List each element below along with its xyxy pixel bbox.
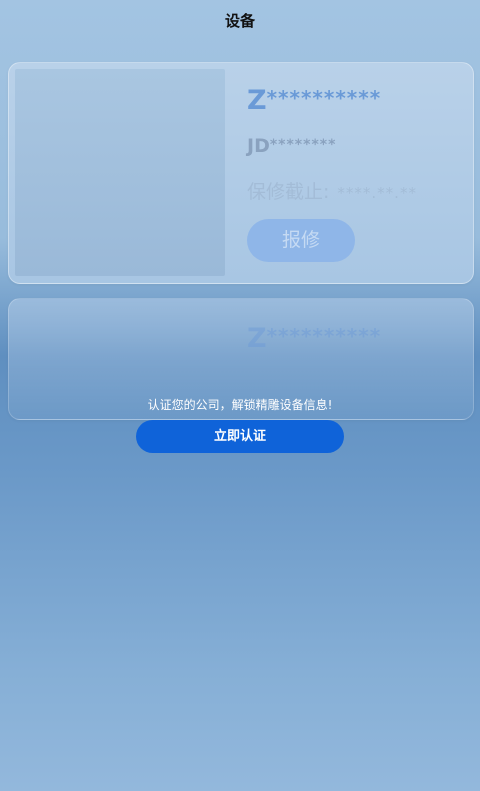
- device-code-masked: ********: [269, 137, 337, 153]
- device-image-placeholder: [15, 69, 225, 276]
- device-screen: 设备 Z********** JD******** 保修截止: ****.**.*…: [0, 0, 480, 791]
- device-code-prefix: JD: [247, 135, 270, 157]
- device-name-masked: **********: [266, 324, 382, 348]
- repair-button[interactable]: 报修: [247, 219, 355, 262]
- verify-now-button[interactable]: 立即认证: [136, 420, 344, 453]
- device-name-prefix: Z: [247, 85, 267, 116]
- device-name-prefix: Z: [247, 323, 267, 354]
- page-title: 设备: [224, 12, 255, 30]
- device-name: Z**********: [247, 323, 381, 354]
- device-card[interactable]: Z********** JD******** 保修截止: ****.**.** 报…: [8, 62, 474, 284]
- warranty-value: ****.**.**: [337, 184, 417, 202]
- device-name-masked: **********: [266, 86, 382, 110]
- warranty-info: 保修截止: ****.**.**: [247, 177, 417, 204]
- device-code: JD********: [247, 135, 336, 157]
- warranty-label: 保修截止:: [247, 181, 330, 203]
- auth-hint-text: 认证您的公司，解锁精雕设备信息!: [147, 398, 333, 412]
- device-name: Z**********: [247, 85, 381, 116]
